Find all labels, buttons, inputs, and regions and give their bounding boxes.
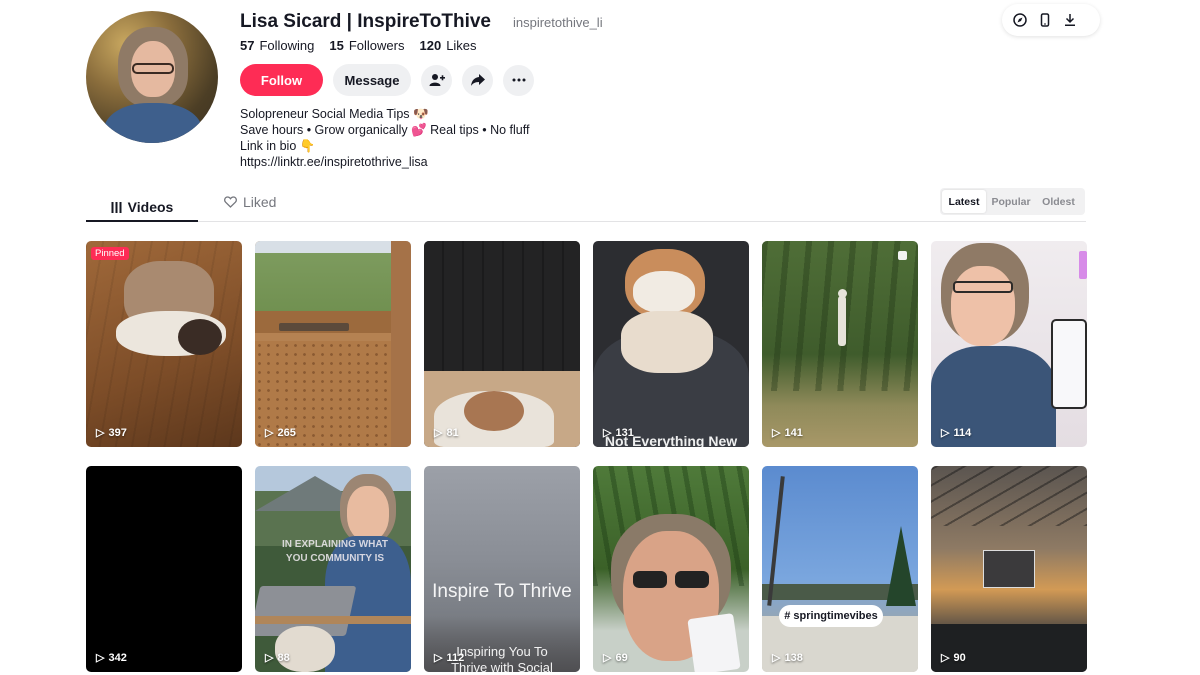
play-icon: ▷ <box>434 652 443 664</box>
profile-actions: Follow Message <box>240 64 534 96</box>
profile-stats: 57 Following 15 Followers 120 Likes <box>240 38 477 53</box>
video-card[interactable]: ▷ 81 <box>424 241 580 447</box>
view-count: ▷ 90 <box>941 651 966 665</box>
bio-line: Solopreneur Social Media Tips 🐶 <box>240 107 429 121</box>
tab-videos[interactable]: Videos <box>86 194 198 222</box>
view-count: ▷ 138 <box>772 651 803 665</box>
share-icon <box>470 74 485 86</box>
followers-stat[interactable]: 15 Followers <box>329 38 404 53</box>
play-icon: ▷ <box>603 427 612 439</box>
video-title-text: Inspire To Thrive <box>432 581 572 602</box>
display-name: Lisa Sicard | InspireToThive <box>240 11 491 32</box>
view-count: ▷ 112 <box>434 651 465 665</box>
tab-liked-label: Liked <box>243 194 277 210</box>
bio-link[interactable]: https://linktr.ee/inspiretothrive_lisa <box>240 154 529 170</box>
view-count: ▷ 397 <box>96 426 127 440</box>
play-icon: ▷ <box>96 427 105 439</box>
view-count: ▷ 88 <box>265 651 290 665</box>
phone-icon[interactable] <box>1036 12 1053 29</box>
profile-name-row: Lisa Sicard | InspireToThive inspiretoth… <box>240 11 603 33</box>
likes-stat: 120 Likes <box>419 38 477 53</box>
video-card[interactable]: Pinned ▷ 397 <box>86 241 242 447</box>
view-count: ▷ 342 <box>96 651 127 665</box>
video-card[interactable]: ▷ 141 <box>762 241 918 447</box>
message-button[interactable]: Message <box>333 64 411 96</box>
video-card[interactable]: ▷ 114 <box>931 241 1087 447</box>
view-count: ▷ 81 <box>434 426 459 440</box>
profile-bio: Solopreneur Social Media Tips 🐶 Save hou… <box>240 106 529 170</box>
sort-segmented-control: Latest Popular Oldest <box>940 188 1085 215</box>
video-card[interactable]: ▷ 69 <box>593 466 749 672</box>
video-card[interactable]: Inspire To Thrive Inspiring You To Thriv… <box>424 466 580 672</box>
share-button[interactable] <box>462 64 493 96</box>
add-friend-icon <box>429 74 445 86</box>
play-icon: ▷ <box>603 652 612 664</box>
video-card[interactable]: IN EXPLAINING WHAT YOU COMMUNITY IS ▷ 88 <box>255 466 411 672</box>
download-icon[interactable] <box>1061 12 1078 29</box>
video-card[interactable]: ▷ 265 <box>255 241 411 447</box>
floating-toolbar <box>1002 4 1100 36</box>
play-icon: ▷ <box>434 427 443 439</box>
video-card[interactable]: ▷ 342 <box>86 466 242 672</box>
view-count: ▷ 69 <box>603 651 628 665</box>
tab-liked[interactable]: Liked <box>224 194 276 210</box>
compass-icon[interactable] <box>1011 12 1028 29</box>
add-friend-button[interactable] <box>421 64 452 96</box>
profile-tabs: Videos Liked <box>86 188 1086 222</box>
tab-videos-label: Videos <box>127 199 174 215</box>
play-icon: ▷ <box>96 652 105 664</box>
video-overlay-text: IN EXPLAINING WHAT YOU COMMUNITY IS <box>282 539 388 564</box>
sort-oldest[interactable]: Oldest <box>1036 190 1081 213</box>
view-count: ▷ 131 <box>603 426 634 440</box>
follow-button[interactable]: Follow <box>240 64 323 96</box>
bio-line: Link in bio 👇 <box>240 139 316 153</box>
view-count: ▷ 114 <box>941 426 972 440</box>
view-count: ▷ 141 <box>772 426 803 440</box>
grid-icon <box>111 201 122 213</box>
play-icon: ▷ <box>772 652 781 664</box>
bio-line: Save hours • Grow organically 💕 Real tip… <box>240 123 530 137</box>
play-icon: ▷ <box>941 427 950 439</box>
username: inspiretothive_li <box>512 15 603 30</box>
play-icon: ▷ <box>265 427 274 439</box>
video-card[interactable]: Not Everything New ▷ 131 <box>593 241 749 447</box>
pinned-badge: Pinned <box>91 247 129 260</box>
view-count: ▷ 265 <box>265 426 296 440</box>
sort-latest[interactable]: Latest <box>942 190 986 213</box>
heart-outline-icon <box>224 196 237 208</box>
hashtag-sticker: # springtimevibes <box>779 605 883 627</box>
video-card[interactable]: ▷ 90 <box>931 466 1087 672</box>
following-stat[interactable]: 57 Following <box>240 38 314 53</box>
more-button[interactable] <box>503 64 534 96</box>
play-icon: ▷ <box>772 427 781 439</box>
profile-avatar <box>86 11 218 143</box>
video-grid: Pinned ▷ 397 ▷ 265 ▷ 81 Not Everything New … <box>86 241 1087 672</box>
sort-popular[interactable]: Popular <box>986 190 1036 213</box>
video-card[interactable]: # springtimevibes ▷ 138 <box>762 466 918 672</box>
play-icon: ▷ <box>941 652 950 664</box>
play-icon: ▷ <box>265 652 274 664</box>
more-icon <box>512 78 525 82</box>
